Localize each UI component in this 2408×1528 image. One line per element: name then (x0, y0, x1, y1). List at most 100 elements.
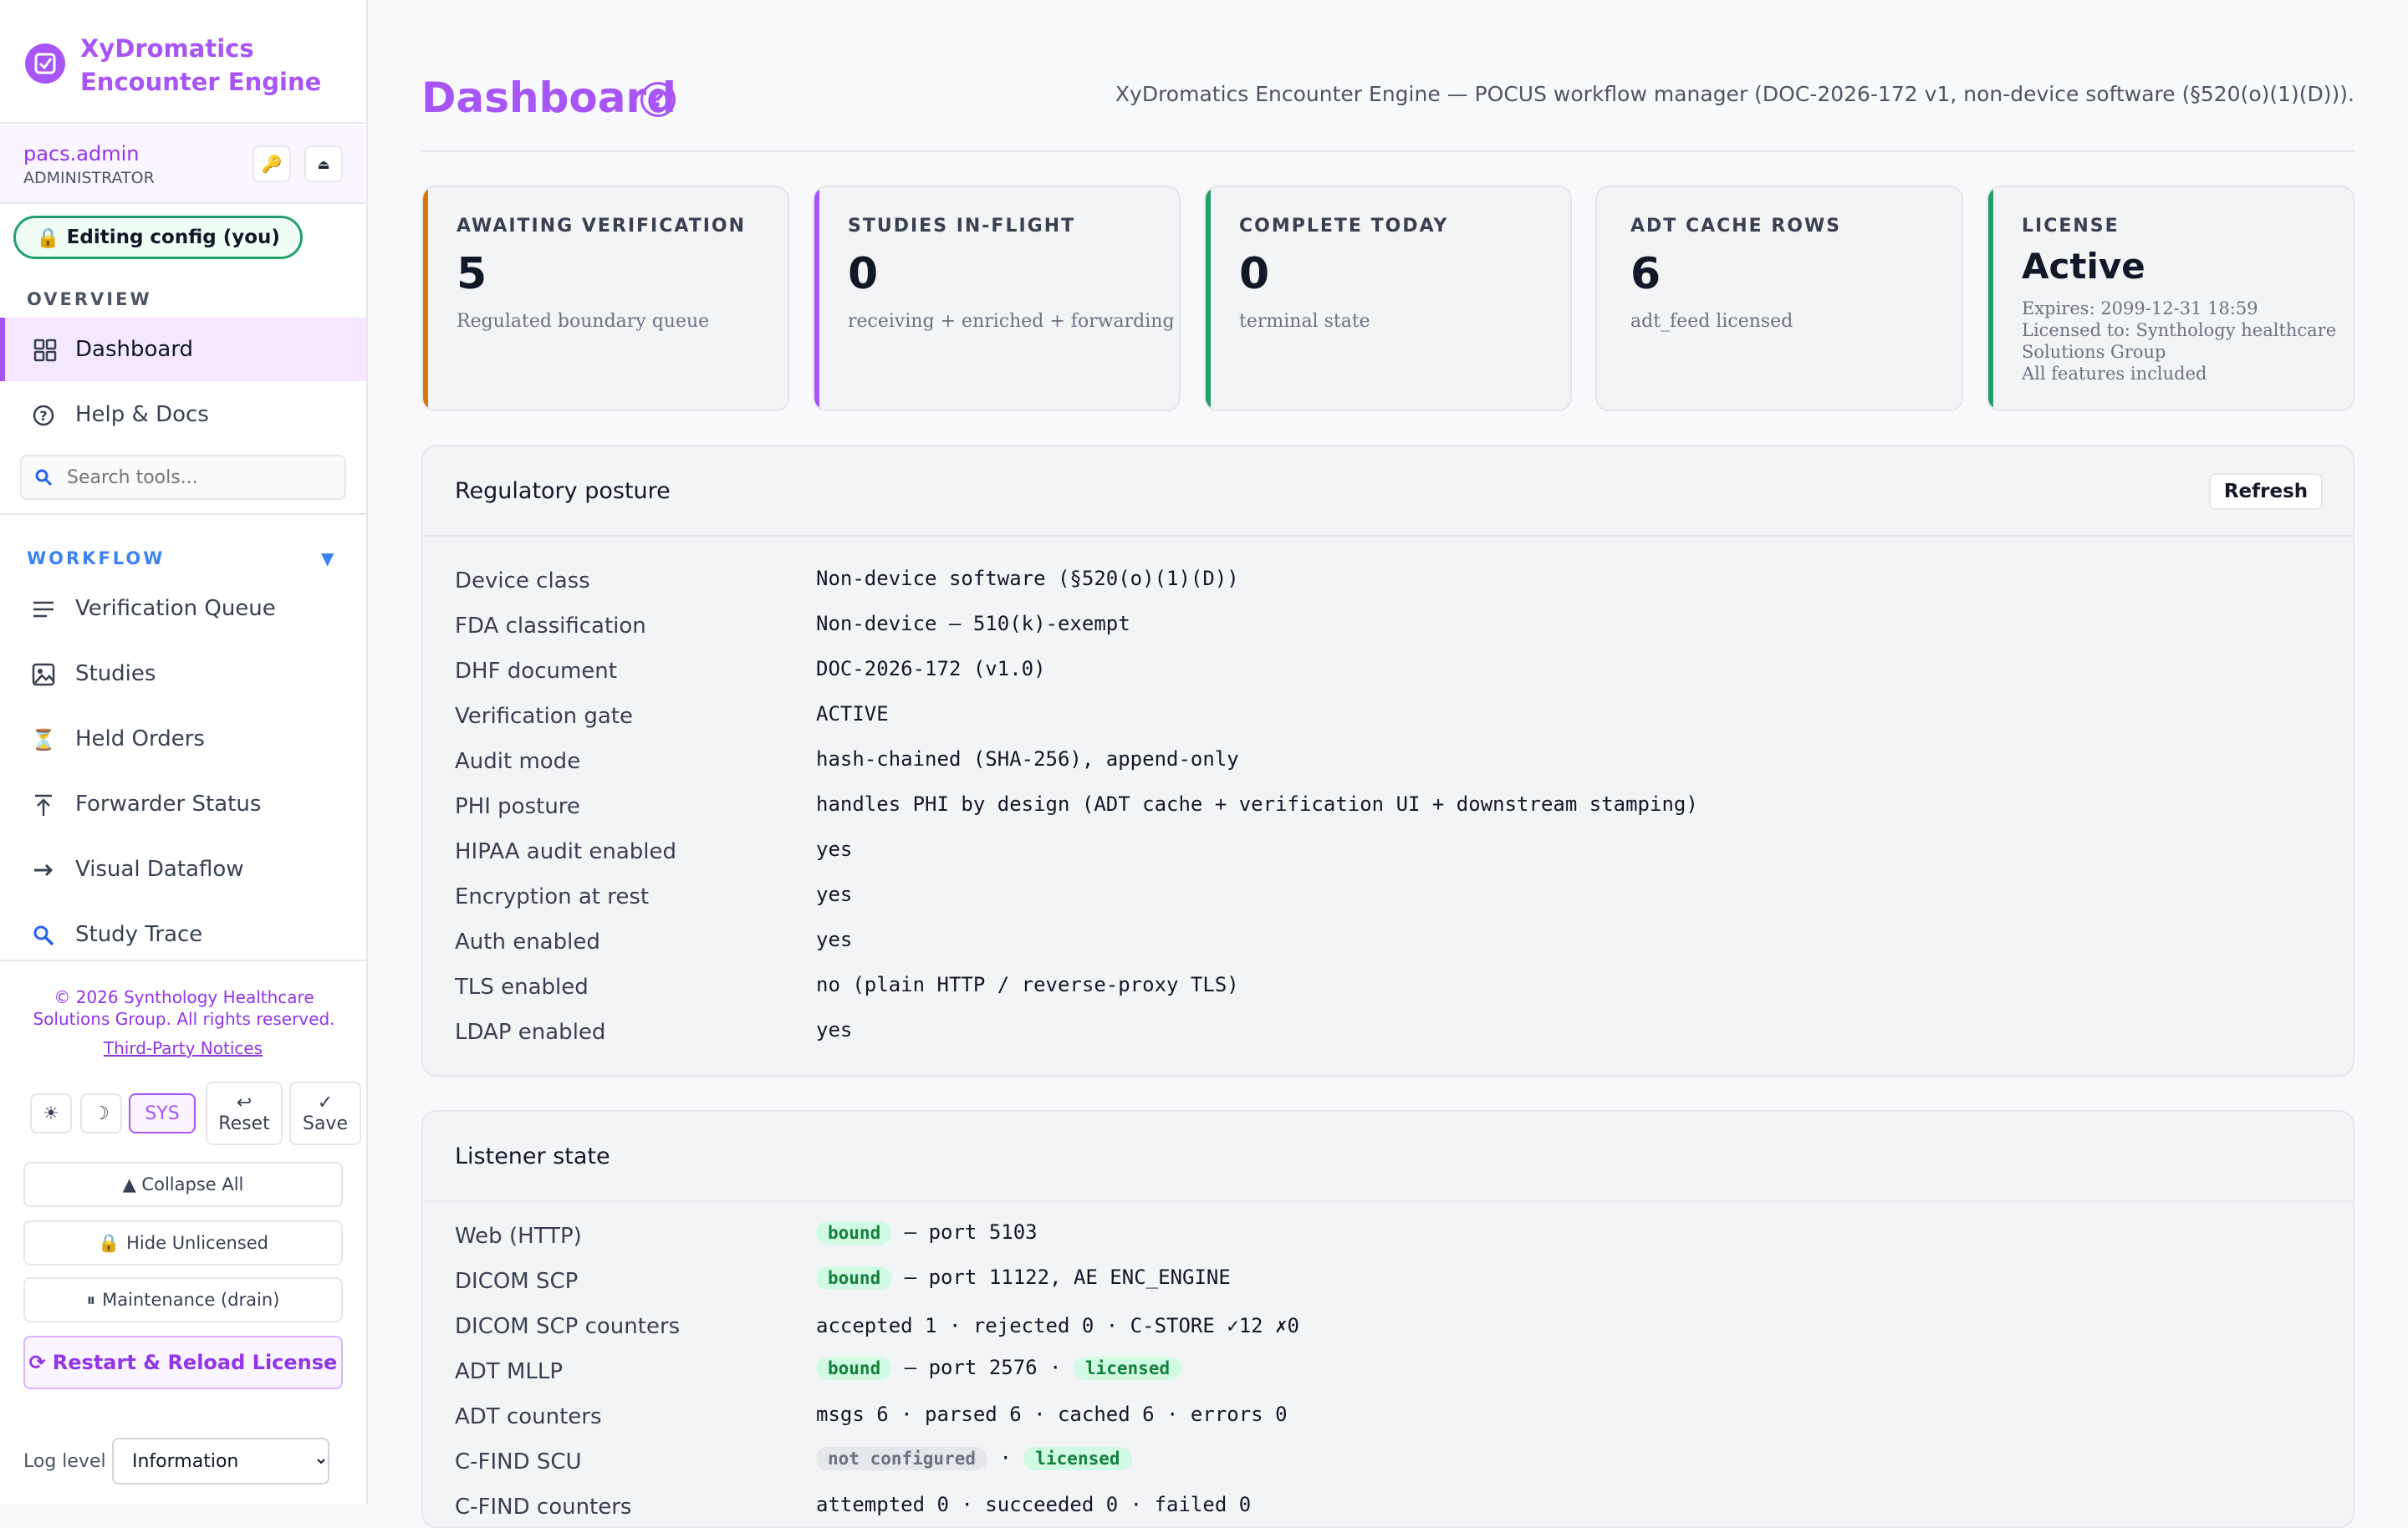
change-password-button[interactable]: 🔑 (253, 145, 291, 182)
kv-key: C-FIND counters (455, 1495, 632, 1520)
nav-forwarder-status[interactable]: Forwarder Status (0, 772, 366, 836)
kv-key: Audit mode (455, 749, 581, 774)
panel-header: Listener state (423, 1112, 2353, 1202)
log-level-label: Log level (23, 1451, 106, 1472)
theme-dark-button[interactable]: ☽ (80, 1093, 122, 1133)
checkmark-icon: ✓ (317, 1093, 334, 1113)
save-button[interactable]: ✓ Save (289, 1082, 361, 1145)
kv-key: ADT MLLP (455, 1359, 564, 1384)
stat-card-complete-today[interactable]: COMPLETE TODAY 0 terminal state (1204, 186, 1572, 411)
key-icon: 🔑 (261, 154, 283, 174)
nav-label: Dashboard (75, 337, 194, 362)
nav-studies[interactable]: Studies (0, 642, 366, 705)
kv-value-text: — port 11122, AE ENC_ENGINE (892, 1266, 1231, 1289)
kv-key: PHI posture (455, 794, 580, 819)
card-key: ADT CACHE ROWS (1630, 216, 1842, 237)
card-value: 6 (1630, 249, 1661, 299)
third-party-notices-link[interactable]: Third-Party Notices (0, 1038, 366, 1058)
kv-value: bound — port 5103 (816, 1220, 1038, 1245)
maintenance-button[interactable]: ⏸ Maintenance (drain) (23, 1277, 343, 1322)
kv-value: hash-chained (SHA-256), append-only (816, 747, 1239, 771)
nav-visual-dataflow[interactable]: Visual Dataflow (0, 838, 366, 901)
kv-value-text: — port 2576 · (892, 1356, 1074, 1379)
magnifier-icon (30, 923, 57, 948)
editing-config-badge[interactable]: 🔒 Editing config (you) (13, 216, 303, 259)
card-key: AWAITING VERIFICATION (457, 216, 747, 237)
svg-text:?: ? (39, 408, 47, 424)
theme-light-button[interactable]: ☀ (30, 1093, 72, 1133)
stat-card-awaiting-verification[interactable]: AWAITING VERIFICATION 5 Regulated bounda… (421, 186, 789, 411)
kv-value-text: — port 5103 (892, 1220, 1038, 1244)
stat-card-studies-in-flight[interactable]: STUDIES IN-FLIGHT 0 receiving + enriched… (813, 186, 1181, 411)
hide-unlicensed-button[interactable]: 🔒 Hide Unlicensed (23, 1220, 343, 1266)
status-badge: not configured (816, 1447, 988, 1470)
restart-reload-license-button[interactable]: ⟳ Restart & Reload License (23, 1336, 343, 1389)
nav-study-trace[interactable]: Study Trace (0, 903, 366, 966)
license-expires: Expires: 2099-12-31 18:59 (2022, 298, 2258, 318)
card-value: 0 (1239, 249, 1270, 299)
list-icon (30, 597, 57, 622)
image-icon (30, 662, 57, 687)
logout-button[interactable]: ⏏ (304, 145, 343, 182)
kv-key: Verification gate (455, 704, 633, 729)
card-accent (1988, 187, 1993, 410)
help-icon[interactable]: ? (640, 82, 676, 117)
app-logo-icon (25, 43, 65, 84)
stat-card-license[interactable]: LICENSE Active Expires: 2099-12-31 18:59… (1987, 186, 2354, 411)
license-licensed-to: Licensed to: Synthology healthcare (2022, 320, 2337, 340)
nav-verification-queue[interactable]: Verification Queue (0, 577, 366, 640)
collapse-all-button[interactable]: ▲ Collapse All (23, 1162, 343, 1207)
log-level-select[interactable]: Information (112, 1438, 329, 1485)
user-bar: pacs.admin ADMINISTRATOR 🔑 ⏏ (0, 125, 366, 204)
card-accent (814, 187, 819, 410)
section-workflow: WORKFLOW (27, 548, 166, 568)
search-box[interactable] (20, 455, 346, 500)
status-badge: bound (816, 1357, 893, 1380)
nav-help-docs[interactable]: ? Help & Docs (0, 383, 366, 446)
refresh-button[interactable]: Refresh (2209, 473, 2323, 510)
search-input[interactable] (65, 456, 341, 498)
panel-title: Listener state (455, 1143, 610, 1169)
header-divider (421, 150, 2354, 152)
card-sub: terminal state (1239, 311, 1370, 332)
panel-title: Regulatory posture (455, 478, 671, 504)
card-value: 5 (457, 249, 487, 299)
user-name: pacs.admin (23, 142, 140, 166)
license-badge: licensed (1073, 1357, 1182, 1380)
hourglass-icon: ⏳ (31, 728, 56, 751)
hide-unlicensed-label: Hide Unlicensed (126, 1233, 269, 1253)
kv-key: LDAP enabled (455, 1020, 606, 1045)
kv-key: TLS enabled (455, 975, 589, 1000)
reset-button[interactable]: ↩ Reset (206, 1082, 283, 1145)
kv-key: HIPAA audit enabled (455, 839, 677, 864)
theme-system-button[interactable]: SYS (129, 1093, 196, 1133)
kv-value: yes (816, 883, 853, 906)
status-badge: bound (816, 1221, 893, 1245)
kv-value-text: · (987, 1446, 1024, 1469)
kv-value: no (plain HTTP / reverse-proxy TLS) (816, 973, 1239, 996)
stat-card-adt-cache-rows[interactable]: ADT CACHE ROWS 6 adt_feed licensed (1595, 186, 1963, 411)
editing-config-label: Editing config (you) (66, 227, 280, 248)
chevron-down-icon[interactable]: ▼ (321, 548, 334, 568)
copyright-line1: © 2026 Synthology Healthcare (54, 987, 314, 1007)
nav-label: Studies (75, 661, 156, 686)
nav-label: Forwarder Status (75, 792, 262, 817)
kv-key: FDA classification (455, 614, 646, 639)
section-overview: OVERVIEW (27, 289, 152, 309)
pause-icon: ⏸ (86, 1289, 96, 1310)
user-role: ADMINISTRATOR (23, 169, 155, 187)
card-sub: receiving + enriched + forwarding (848, 311, 1175, 332)
question-circle-icon: ? (30, 403, 57, 428)
kv-key: Encryption at rest (455, 884, 650, 909)
kv-value: handles PHI by design (ADT cache + verif… (816, 792, 1698, 816)
kv-value: yes (816, 928, 853, 951)
card-key: STUDIES IN-FLIGHT (848, 216, 1076, 237)
refresh-icon: ⟳ (28, 1351, 46, 1374)
lock-icon: 🔒 (36, 227, 60, 249)
nav-held-orders[interactable]: ⏳ Held Orders (0, 707, 366, 771)
kv-value: DOC-2026-172 (v1.0) (816, 657, 1046, 680)
kv-key: DICOM SCP (455, 1269, 579, 1294)
nav-label: Visual Dataflow (75, 857, 244, 882)
nav-dashboard[interactable]: Dashboard (0, 318, 366, 381)
kv-value: accepted 1 · rejected 0 · C-STORE ✓12 ✗0 (816, 1314, 1299, 1337)
